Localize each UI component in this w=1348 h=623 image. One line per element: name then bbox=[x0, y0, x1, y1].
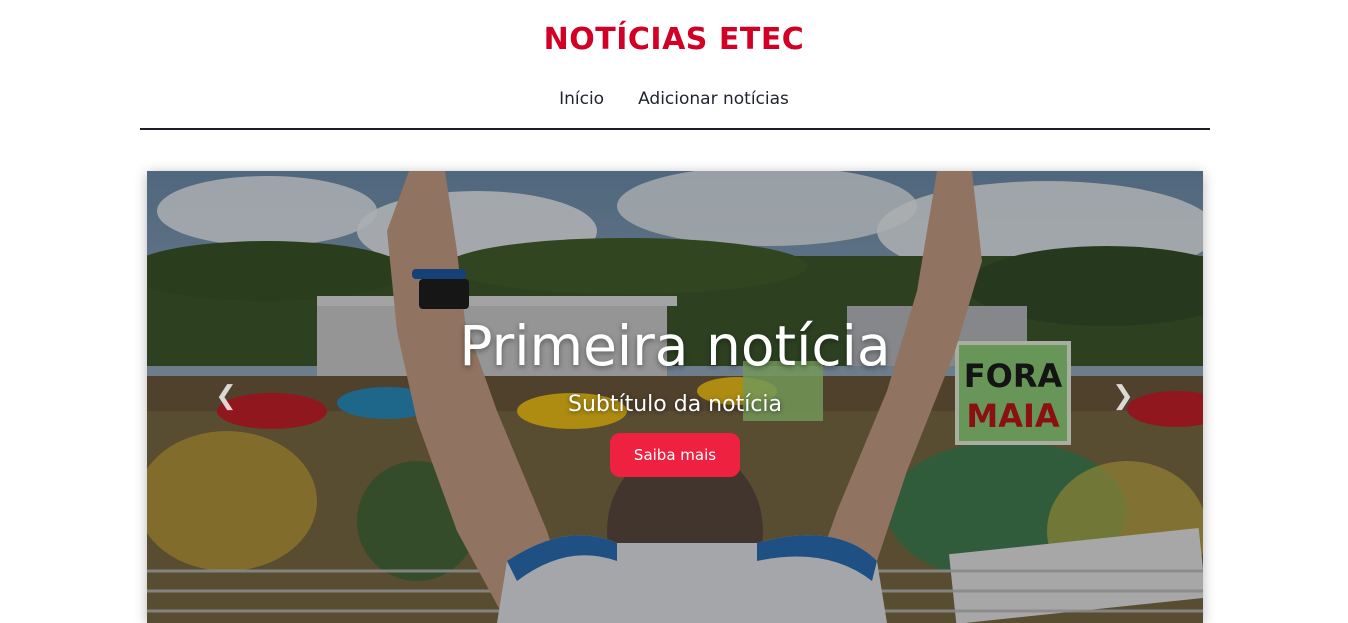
main-nav: Início Adicionar notícias bbox=[0, 89, 1348, 109]
nav-link-inicio[interactable]: Início bbox=[559, 89, 604, 109]
slide-subtitle: Subtítulo da notícia bbox=[567, 392, 783, 417]
news-carousel: FORA MAIA Primeira notícia Subtítulo da … bbox=[147, 171, 1203, 623]
nav-link-adicionar-noticias[interactable]: Adicionar notícias bbox=[638, 89, 789, 109]
slide-title: Primeira notícia bbox=[459, 314, 891, 378]
header-divider bbox=[140, 128, 1210, 130]
chevron-left-icon: ❮ bbox=[215, 381, 237, 411]
carousel-prev-button[interactable]: ❮ bbox=[211, 381, 241, 411]
slide-caption: Primeira notícia Subtítulo da notícia Sa… bbox=[147, 311, 1203, 477]
site-title: NOTÍCIAS ETEC bbox=[543, 22, 805, 57]
site-header: NOTÍCIAS ETEC Início Adicionar notícias bbox=[0, 0, 1348, 131]
chevron-right-icon: ❯ bbox=[1112, 381, 1134, 411]
carousel-next-button[interactable]: ❯ bbox=[1108, 381, 1138, 411]
saiba-mais-button[interactable]: Saiba mais bbox=[610, 433, 740, 477]
